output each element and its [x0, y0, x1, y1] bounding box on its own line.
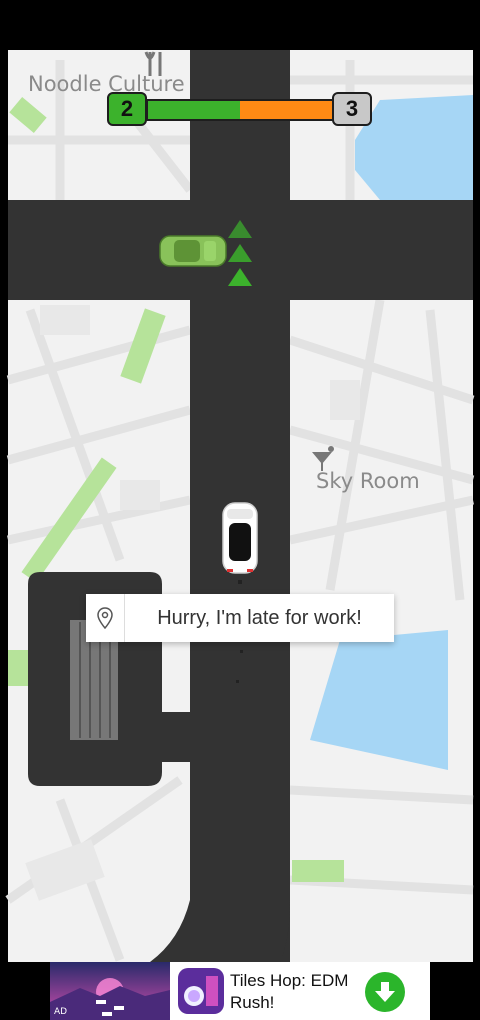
ad-tag: AD	[54, 1007, 68, 1017]
passenger-message: Hurry, I'm late for work!	[86, 594, 394, 642]
city-map	[0, 0, 480, 1020]
level-progress-fill	[148, 101, 240, 119]
ad-thumbnail[interactable]: AD	[50, 962, 170, 1020]
ad-app-title[interactable]: Tiles Hop: EDM Rush!	[230, 970, 380, 1014]
download-arrow-icon[interactable]	[365, 972, 405, 1012]
location-pin-icon	[86, 594, 125, 642]
player-car	[222, 502, 258, 574]
poi-label-sky-room: Sky Room	[316, 469, 420, 493]
level-progress-track	[146, 99, 334, 121]
passenger-message-text: Hurry, I'm late for work!	[157, 606, 362, 629]
ad-banner[interactable]: AD Tiles Hop: EDM Rush!	[50, 962, 430, 1020]
next-level-badge: 3	[332, 92, 372, 126]
poi-label-noodle-culture: Noodle Culture	[28, 72, 185, 96]
game-screen[interactable]: Noodle Culture Sky Room 2 3 Hurry, I'm l…	[0, 0, 480, 1020]
current-level-badge: 2	[107, 92, 147, 126]
green-car	[159, 235, 227, 267]
ad-app-icon[interactable]	[178, 968, 224, 1014]
